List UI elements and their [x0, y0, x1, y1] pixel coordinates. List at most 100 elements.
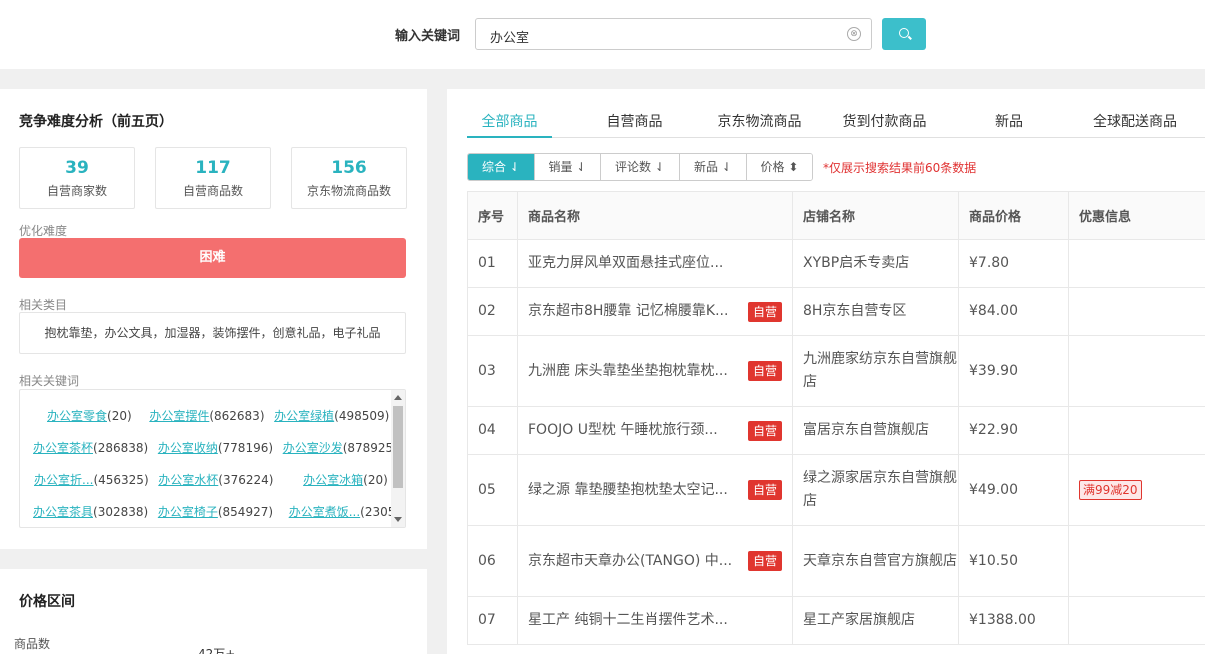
product-name[interactable]: 京东超市天章办公(TANGO) 中... — [528, 550, 732, 573]
row-no: 02 — [467, 287, 518, 336]
product-price: ¥49.00 — [958, 454, 1069, 526]
row-name-cell[interactable]: 京东超市8H腰靠 记忆棉腰靠K... 自营 — [517, 287, 793, 336]
product-name[interactable]: FOOJO U型枕 午睡枕旅行颈... — [528, 419, 718, 442]
row-name-cell[interactable]: 京东超市天章办公(TANGO) 中... 自营 — [517, 525, 793, 597]
keyword-row: 办公室折...(456325) 办公室水杯(376224) 办公室冰箱(20) — [34, 471, 388, 488]
keyword-link[interactable]: 办公室摆件 — [149, 409, 209, 423]
sort-down-icon: ⇃ — [721, 160, 732, 174]
table-row[interactable]: 06 京东超市天章办公(TANGO) 中... 自营 天章京东自营官方旗舰店 ¥10.5… — [467, 525, 1205, 597]
promo-cell: 满99减20 — [1068, 454, 1205, 526]
keyword-count: (456325) — [93, 473, 149, 487]
row-name-cell[interactable]: 绿之源 靠垫腰垫抱枕垫太空记... 自营 — [517, 454, 793, 526]
sort-new-button[interactable]: 新品 ⇃ — [680, 154, 747, 180]
sort-reviews-button[interactable]: 评论数 ⇃ — [601, 154, 680, 180]
shop-name[interactable]: 星工产家居旗舰店 — [792, 596, 959, 645]
tab-new[interactable]: 新品 — [979, 111, 1039, 131]
tab-all-products[interactable]: 全部商品 — [467, 111, 552, 131]
keyword-link[interactable]: 办公室煮饭... — [289, 505, 360, 519]
col-header-name: 商品名称 — [517, 191, 793, 240]
product-name[interactable]: 京东超市8H腰靠 记忆棉腰靠K... — [528, 300, 728, 323]
shop-name[interactable]: 8H京东自营专区 — [792, 287, 959, 336]
product-name[interactable]: 星工产 纯铜十二生肖摆件艺术... — [528, 609, 728, 632]
keyword-count: (498509) — [334, 409, 390, 423]
product-name[interactable]: 亚克力屏风单双面悬挂式座位... — [528, 252, 723, 275]
shop-name[interactable]: 天章京东自营官方旗舰店 — [792, 525, 959, 597]
product-price: ¥39.90 — [958, 335, 1069, 407]
keyword-link[interactable]: 办公室冰箱 — [303, 473, 363, 487]
shop-name[interactable]: 富居京东自营旗舰店 — [792, 406, 959, 455]
keyword-row: 办公室茶杯(286838) 办公室收纳(778196) 办公室沙发(878925… — [33, 439, 398, 456]
row-name-cell[interactable]: 亚克力屏风单双面悬挂式座位... — [517, 239, 793, 288]
product-name-wrap: 京东超市天章办公(TANGO) 中... 自营 — [528, 550, 792, 573]
product-price: ¥10.50 — [958, 525, 1069, 597]
tab-jd-logistics[interactable]: 京东物流商品 — [712, 111, 807, 131]
promo-cell — [1068, 239, 1205, 288]
categories-value: 抱枕靠垫，办公文具，加湿器，装饰摆件，创意礼品，电子礼品 — [19, 312, 406, 354]
row-name-cell[interactable]: FOOJO U型枕 午睡枕旅行颈... 自营 — [517, 406, 793, 455]
sort-button-group: 综合 ⇃ 销量 ⇃ 评论数 ⇃ 新品 ⇃ 价格 ⬍ — [467, 153, 813, 181]
stat-value: 117 — [195, 158, 231, 178]
stat-self-merchants: 39 自营商家数 — [19, 147, 135, 209]
stat-label: 自营商品数 — [182, 184, 243, 198]
stat-jd-logistics-products: 156 京东物流商品数 — [291, 147, 407, 209]
product-name[interactable]: 绿之源 靠垫腰垫抱枕垫太空记... — [528, 479, 728, 502]
sort-price-button[interactable]: 价格 ⬍ — [747, 154, 812, 180]
keyword-link[interactable]: 办公室绿植 — [274, 409, 334, 423]
product-name-wrap: 京东超市8H腰靠 记忆棉腰靠K... 自营 — [528, 300, 792, 323]
sort-label: 评论数 — [615, 160, 652, 174]
active-tab-indicator — [467, 136, 552, 138]
table-row[interactable]: 04 FOOJO U型枕 午睡枕旅行颈... 自营 富居京东自营旗舰店 ¥22.90 — [467, 406, 1205, 455]
search-input[interactable]: 办公室 ⊗ — [475, 18, 872, 50]
keyword-link[interactable]: 办公室茶杯 — [33, 441, 93, 455]
sort-comprehensive-button[interactable]: 综合 ⇃ — [468, 154, 535, 180]
product-name[interactable]: 九洲鹿 床头靠垫坐垫抱枕靠枕... — [528, 360, 728, 383]
related-keywords-list[interactable]: 办公室零食(20) 办公室摆件(862683) 办公室绿植(498509) 办公… — [19, 389, 406, 528]
promo-cell — [1068, 287, 1205, 336]
keyword-link[interactable]: 办公室收纳 — [158, 441, 218, 455]
scroll-up-icon[interactable] — [394, 395, 402, 400]
search-input-value[interactable]: 办公室 — [490, 27, 529, 46]
tab-cash-on-delivery[interactable]: 货到付款商品 — [837, 111, 932, 131]
row-no: 05 — [467, 454, 518, 526]
sort-label: 价格 — [760, 160, 785, 174]
shop-name[interactable]: 九洲鹿家纺京东自营旗舰店 — [792, 335, 959, 407]
keywords-label: 相关关键词 — [19, 374, 80, 388]
tab-self-products[interactable]: 自营商品 — [592, 111, 677, 131]
difficulty-label: 优化难度 — [19, 224, 68, 238]
row-name-cell[interactable]: 星工产 纯铜十二生肖摆件艺术... — [517, 596, 793, 645]
clear-icon[interactable]: ⊗ — [847, 27, 861, 41]
table-row[interactable]: 07 星工产 纯铜十二生肖摆件艺术... 星工产家居旗舰店 ¥1388.00 — [467, 596, 1205, 645]
keywords-scrollbar[interactable] — [391, 390, 405, 527]
scroll-thumb[interactable] — [393, 406, 403, 488]
product-name-wrap: 星工产 纯铜十二生肖摆件艺术... — [528, 609, 792, 632]
stat-value: 156 — [331, 158, 367, 178]
sort-down-icon: ⇃ — [576, 160, 587, 174]
product-price: ¥1388.00 — [958, 596, 1069, 645]
stat-label: 京东物流商品数 — [306, 184, 391, 198]
table-row[interactable]: 05 绿之源 靠垫腰垫抱枕垫太空记... 自营 绿之源家居京东自营旗舰店 ¥49.00 满… — [467, 454, 1205, 526]
price-range-value: 42万+ — [198, 647, 236, 654]
table-row[interactable]: 03 九洲鹿 床头靠垫坐垫抱枕靠枕... 自营 九洲鹿家纺京东自营旗舰店 ¥39.90 — [467, 335, 1205, 407]
shop-name[interactable]: 绿之源家居京东自营旗舰店 — [792, 454, 959, 526]
sort-sales-button[interactable]: 销量 ⇃ — [535, 154, 601, 180]
search-button[interactable] — [882, 18, 926, 50]
difficulty-badge: 困难 — [19, 238, 406, 278]
row-name-cell[interactable]: 九洲鹿 床头靠垫坐垫抱枕靠枕... 自营 — [517, 335, 793, 407]
scroll-down-icon[interactable] — [394, 517, 402, 522]
price-range-panel — [0, 569, 427, 654]
table-row[interactable]: 01 亚克力屏风单双面悬挂式座位... XYBP启禾专卖店 ¥7.80 — [467, 239, 1205, 288]
keyword-link[interactable]: 办公室折... — [34, 473, 93, 487]
self-operated-badge: 自营 — [747, 480, 782, 500]
keyword-link[interactable]: 办公室水杯 — [158, 473, 218, 487]
keyword-link[interactable]: 办公室零食 — [47, 409, 107, 423]
table-row[interactable]: 02 京东超市8H腰靠 记忆棉腰靠K... 自营 8H京东自营专区 ¥84.00 — [467, 287, 1205, 336]
keyword-link[interactable]: 办公室茶具 — [33, 505, 93, 519]
keyword-link[interactable]: 办公室沙发 — [283, 441, 343, 455]
row-no: 06 — [467, 525, 518, 597]
keyword-count: (302838) — [93, 505, 149, 519]
keyword-link[interactable]: 办公室椅子 — [158, 505, 218, 519]
keyword-count: (854927) — [217, 505, 274, 519]
shop-name[interactable]: XYBP启禾专卖店 — [792, 239, 959, 288]
stat-self-products: 117 自营商品数 — [155, 147, 271, 209]
tab-global-shipping[interactable]: 全球配送商品 — [1085, 111, 1185, 131]
